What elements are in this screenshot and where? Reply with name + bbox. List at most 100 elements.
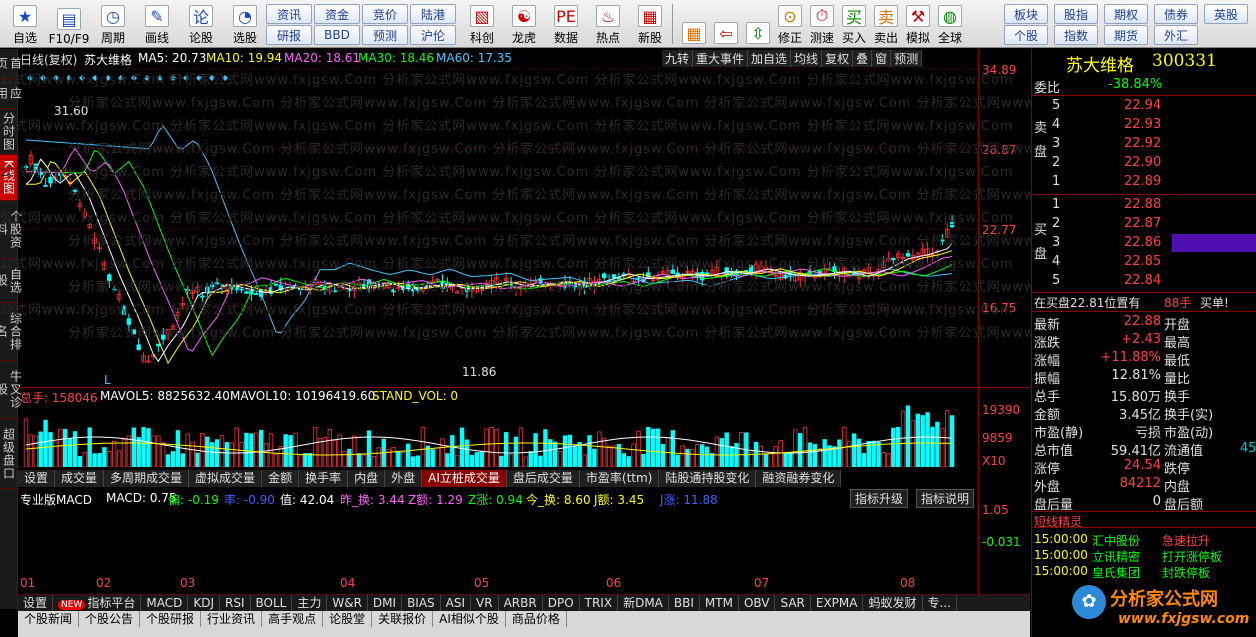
toolbar-kechuang-button[interactable]: ▧ 科创 <box>462 2 502 46</box>
info-link-7[interactable]: AI相似个股 <box>433 611 506 627</box>
info-link-2[interactable]: 个股研报 <box>140 611 202 627</box>
indicator-upgrade-button[interactable]: 指标升级 <box>850 489 909 508</box>
toolbar-f10-button[interactable]: ▤ F10/F9 <box>48 2 90 46</box>
indicator-help-button[interactable]: 指标说明 <box>916 489 975 508</box>
indicator-button-4[interactable]: RSI <box>220 595 251 611</box>
toolbar-speed-button[interactable]: ⏱ 测速 <box>806 2 838 46</box>
indicator-button-3[interactable]: KDJ <box>188 595 220 611</box>
indicator-tab-4[interactable]: 金额 <box>262 470 300 487</box>
sell-row[interactable]: 1 22.89 <box>1032 173 1256 191</box>
info-link-5[interactable]: 论股堂 <box>323 611 373 627</box>
info-link-6[interactable]: 关联报价 <box>372 611 434 627</box>
sell-row[interactable]: 4 22.93 <box>1032 116 1256 134</box>
toolbar-select-button[interactable]: ◔ 选股 <box>224 2 266 46</box>
market-button-7[interactable]: 期货 <box>1104 25 1148 45</box>
market-button-0[interactable]: 板块 <box>1004 4 1048 24</box>
buy-row[interactable]: 4 22.85 <box>1032 253 1256 271</box>
indicator-tab-10[interactable]: 市盈率(ttm) <box>580 470 660 487</box>
info-link-8[interactable]: 商品价格 <box>506 611 567 627</box>
indicator-button-15[interactable]: 新DMA <box>618 595 669 611</box>
indicator-button-19[interactable]: SAR <box>775 595 811 611</box>
chart-tool-4[interactable]: 复权 <box>822 50 854 67</box>
toolbar-back-arrow-button[interactable]: ⇦ <box>710 2 742 46</box>
grid-button-6[interactable]: 预测 <box>362 25 408 45</box>
market-button-2[interactable]: 期权 <box>1104 4 1148 24</box>
toolbar-discuss-button[interactable]: 论论股 <box>180 2 222 46</box>
indicator-tab-0[interactable]: 设置 <box>18 470 56 487</box>
sell-row[interactable]: 2 22.90 <box>1032 154 1256 172</box>
left-tab-8[interactable]: 超级盘口 <box>0 419 17 489</box>
indicator-button-13[interactable]: DPO <box>543 595 580 611</box>
market-button-8[interactable]: 外汇 <box>1154 25 1198 45</box>
sprite-row[interactable]: 15:00:00 皇氏集团 封跌停板 <box>1032 563 1256 581</box>
toolbar-up-down-button[interactable]: ⇳ <box>742 2 774 46</box>
indicator-button-11[interactable]: VR <box>471 595 499 611</box>
market-button-1[interactable]: 股指 <box>1054 4 1098 24</box>
market-button-3[interactable]: 债券 <box>1154 4 1198 24</box>
sell-row[interactable]: 3 22.92 <box>1032 135 1256 153</box>
indicator-tab-5[interactable]: 换手率 <box>299 470 349 487</box>
volume-chart[interactable] <box>18 405 978 467</box>
indicator-button-18[interactable]: OBV <box>739 595 776 611</box>
indicator-button-14[interactable]: TRIX <box>580 595 619 611</box>
indicator-tab-9[interactable]: 盘后成交量 <box>507 470 580 487</box>
info-link-4[interactable]: 高手观点 <box>262 611 324 627</box>
info-link-3[interactable]: 行业资讯 <box>201 611 263 627</box>
indicator-button-9[interactable]: BIAS <box>402 595 441 611</box>
toolbar-globe-button[interactable]: ◍ 全球 <box>934 2 966 46</box>
grid-button-7[interactable]: 沪伦 <box>410 25 456 45</box>
indicator-tab-2[interactable]: 多周期成交量 <box>104 470 190 487</box>
toolbar-buy-button[interactable]: 买买入 <box>838 2 870 46</box>
toolbar-dragon-button[interactable]: ☯ 龙虎 <box>504 2 544 46</box>
grid-button-2[interactable]: 竞价 <box>362 4 408 24</box>
chart-tool-0[interactable]: 九转 <box>662 50 694 67</box>
indicator-button-5[interactable]: BOLL <box>251 595 293 611</box>
sell-row[interactable]: 5 22.94 <box>1032 97 1256 115</box>
indicator-button-7[interactable]: W&R <box>327 595 368 611</box>
chart-tool-6[interactable]: 窗 <box>872 50 892 67</box>
indicator-button-17[interactable]: MTM <box>700 595 739 611</box>
grid-button-3[interactable]: 陆港 <box>410 4 456 24</box>
indicator-button-22[interactable]: 专... <box>923 595 957 611</box>
info-link-1[interactable]: 个股公告 <box>79 611 141 627</box>
grid-button-1[interactable]: 资金 <box>314 4 360 24</box>
indicator-button-20[interactable]: EXPMA <box>811 595 864 611</box>
chart-tool-1[interactable]: 重大事件 <box>693 50 749 67</box>
chart-tool-3[interactable]: 均线 <box>791 50 823 67</box>
indicator-tab-3[interactable]: 虚拟成交量 <box>189 470 263 487</box>
toolbar-pencil-button[interactable]: ✎ 画线 <box>136 2 178 46</box>
toolbar-star-button[interactable]: ★ 自选 <box>4 2 46 46</box>
toolbar-hammer-button[interactable]: ⚒ 模拟 <box>902 2 934 46</box>
indicator-button-16[interactable]: BBI <box>669 595 700 611</box>
toolbar-color-grid-button[interactable]: ▦ <box>678 2 710 46</box>
indicator-tab-6[interactable]: 内盘 <box>348 470 386 487</box>
chart-tool-2[interactable]: 加自选 <box>748 50 792 67</box>
indicator-tab-7[interactable]: 外盘 <box>385 470 423 487</box>
indicator-button-21[interactable]: 蚂蚁发财 <box>863 595 923 611</box>
grid-button-5[interactable]: BBD <box>314 25 360 45</box>
indicator-button-6[interactable]: 主力 <box>292 595 328 611</box>
toolbar-hot-button[interactable]: ♨ 热点 <box>588 2 628 46</box>
indicator-button-12[interactable]: ARBR <box>499 595 543 611</box>
indicator-tab-8[interactable]: AI立桩成交量 <box>422 470 507 487</box>
grid-button-4[interactable]: 研报 <box>266 25 312 45</box>
market-button-5[interactable]: 个股 <box>1004 25 1048 45</box>
indicator-button-2[interactable]: MACD <box>141 595 189 611</box>
toolbar-fix-button[interactable]: ⊙ 修正 <box>774 2 806 46</box>
chart-tool-7[interactable]: 预测 <box>891 50 923 67</box>
toolbar-period-button[interactable]: ◷ 周期 <box>92 2 134 46</box>
indicator-tab-1[interactable]: 成交量 <box>55 470 105 487</box>
buy-row[interactable]: 1 22.88 <box>1032 196 1256 214</box>
indicator-tab-12[interactable]: 融资融券变化 <box>756 470 842 487</box>
chart-tool-5[interactable]: 叠 <box>853 50 873 67</box>
toolbar-newstock-button[interactable]: ▦ 新股 <box>630 2 670 46</box>
indicator-button-10[interactable]: ASI <box>441 595 472 611</box>
toolbar-sell-button[interactable]: 卖卖出 <box>870 2 902 46</box>
buy-row[interactable]: 2 22.87 <box>1032 215 1256 233</box>
info-link-0[interactable]: 个股新闻 <box>18 611 80 627</box>
indicator-button-1[interactable]: NEW 指标平台 <box>53 595 142 611</box>
buy-row[interactable]: 3 22.86 <box>1032 234 1256 252</box>
indicator-button-0[interactable]: 设置 <box>18 595 54 611</box>
toolbar-pe-button[interactable]: PE 数据 <box>546 2 586 46</box>
indicator-button-8[interactable]: DMI <box>368 595 403 611</box>
